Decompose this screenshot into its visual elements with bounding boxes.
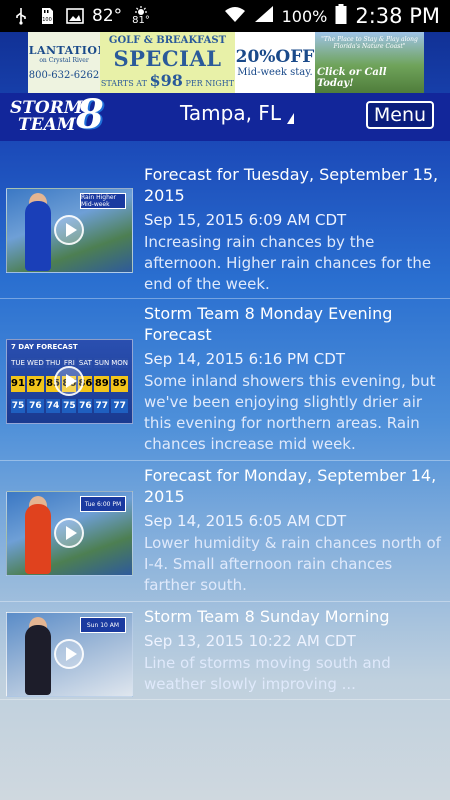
storm-team-8-logo: STORM TEAM 8 xyxy=(10,91,112,139)
forecast-day: MON xyxy=(111,358,128,368)
weather-sun-icon: 81° xyxy=(132,6,150,26)
list-item-text: Storm Team 8 Monday Evening Forecast Sep… xyxy=(144,299,450,461)
video-date: Sep 14, 2015 6:16 PM CDT xyxy=(144,350,345,368)
ad-off-sub: Mid-week stay. xyxy=(237,67,313,78)
ad-line3: STARTS AT $98 PER NIGHT xyxy=(101,71,234,90)
forecast-day: TUE xyxy=(11,358,25,368)
forecast-day: SAT xyxy=(78,358,93,368)
ad-special: GOLF & BREAKFAST SPECIAL STARTS AT $98 P… xyxy=(100,32,235,93)
ad-photo: "The Place to Stay & Play along Florida'… xyxy=(315,32,424,93)
list-item[interactable]: 7 DAY FORECAST TUE WED THU FRI SAT SUN MON 91 87… xyxy=(0,299,450,461)
forecast-low: 76 xyxy=(26,399,44,414)
image-icon xyxy=(66,7,84,25)
ad-banner[interactable]: PLANTATION on Crystal River 800-632-6262… xyxy=(28,32,424,93)
ad-cta: Click or Call Today! xyxy=(317,67,387,89)
ad-discount: 20%OFF Mid-week stay. xyxy=(235,32,315,93)
video-title: Forecast for Monday, September 14, 2015 xyxy=(144,466,437,506)
forecast-low: 74 xyxy=(45,399,61,414)
svg-text:100: 100 xyxy=(42,17,52,23)
forecast-high: 89 xyxy=(94,375,110,392)
video-title: Storm Team 8 Monday Evening Forecast xyxy=(144,304,393,344)
battery-icon xyxy=(335,3,347,29)
play-icon[interactable] xyxy=(54,639,84,669)
video-title: Storm Team 8 Sunday Morning xyxy=(144,607,390,626)
status-bar: 100 82° 81° 100% 2:38 PM xyxy=(0,0,450,32)
wifi-icon xyxy=(224,5,246,28)
list-item[interactable]: Tue 6:00 PM Forecast for Monday, Septemb… xyxy=(0,461,450,602)
clock: 2:38 PM xyxy=(355,4,440,28)
forecast-high: 91 xyxy=(11,375,25,392)
thumbnail-tag: Tue 6:00 PM xyxy=(80,496,126,512)
menu-button[interactable]: Menu xyxy=(366,101,434,129)
video-description: Some inland showers this evening, but we… xyxy=(144,372,436,453)
ad-phone: 800-632-6262 xyxy=(28,70,100,81)
video-description: Line of storms moving south and weather … xyxy=(144,654,391,693)
forecast-day: THU xyxy=(45,358,61,368)
forecast-low: 77 xyxy=(111,399,128,414)
video-thumbnail[interactable]: Tue 6:00 PM xyxy=(6,491,133,576)
video-description: Lower humidity & rain chances north of I… xyxy=(144,534,441,594)
forecast-day: WED xyxy=(26,358,44,368)
ad-line3-suffix: PER NIGHT xyxy=(185,79,235,88)
temperature-readout: 82° xyxy=(92,6,123,26)
presenter-figure xyxy=(25,201,51,271)
video-date: Sep 13, 2015 10:22 AM CDT xyxy=(144,632,356,650)
list-item-text: Forecast for Tuesday, September 15, 2015… xyxy=(144,160,450,301)
play-icon[interactable] xyxy=(54,366,84,396)
forecast-high: 87 xyxy=(26,375,44,392)
forecast-high: 89 xyxy=(111,375,128,392)
thumbnail-tag: Sun 10 AM xyxy=(80,617,126,633)
ad-line3-prefix: STARTS AT xyxy=(100,79,147,88)
forecast-low: 77 xyxy=(94,399,110,414)
ad-photo-caption: "The Place to Stay & Play along Florida'… xyxy=(321,36,418,50)
ad-line1: GOLF & BREAKFAST xyxy=(108,35,227,46)
list-item[interactable]: Rain Higher Mid-week Forecast for Tuesda… xyxy=(0,160,450,299)
forecast-low: 75 xyxy=(62,399,77,414)
forecast-low: 76 xyxy=(78,399,93,414)
logo-number: 8 xyxy=(76,91,104,138)
video-date: Sep 14, 2015 6:05 AM CDT xyxy=(144,512,347,530)
list-item[interactable]: Sun 10 AM Storm Team 8 Sunday Morning Se… xyxy=(0,602,450,700)
forecast-day: SUN xyxy=(94,358,110,368)
play-icon[interactable] xyxy=(54,215,84,245)
ad-line2: SPECIAL xyxy=(113,46,222,71)
logo-word-team: TEAM xyxy=(18,115,76,135)
video-list: Rain Higher Mid-week Forecast for Tuesda… xyxy=(0,160,450,700)
sd-card-icon: 100 xyxy=(40,7,56,25)
list-item-text: Storm Team 8 Sunday Morning Sep 13, 2015… xyxy=(144,602,450,701)
usb-icon xyxy=(14,7,30,25)
signal-icon xyxy=(254,5,274,28)
dropdown-corner-icon xyxy=(286,112,294,124)
battery-percent: 100% xyxy=(281,6,328,26)
video-thumbnail[interactable]: 7 DAY FORECAST TUE WED THU FRI SAT SUN MON 91 87… xyxy=(6,339,133,424)
play-icon[interactable] xyxy=(54,518,84,548)
location-label: Tampa, FL xyxy=(180,101,281,125)
weather-small-temp: 81° xyxy=(132,15,150,26)
video-date: Sep 15, 2015 6:09 AM CDT xyxy=(144,211,347,229)
ad-price: $98 xyxy=(149,71,183,90)
thumbnail-tag: Rain Higher Mid-week xyxy=(80,193,126,209)
video-description: Increasing rain chances by the afternoon… xyxy=(144,233,432,293)
presenter-figure xyxy=(25,625,51,695)
video-thumbnail[interactable]: Sun 10 AM xyxy=(6,612,133,697)
forecast-low: 75 xyxy=(11,399,25,414)
thumbnail-tag: 7 DAY FORECAST xyxy=(11,343,78,351)
ad-logo: PLANTATION on Crystal River 800-632-6262 xyxy=(28,32,108,93)
video-title: Forecast for Tuesday, September 15, 2015 xyxy=(144,165,439,205)
ad-off: 20%OFF xyxy=(235,47,315,67)
ad-brand-sub: on Crystal River xyxy=(39,57,89,64)
presenter-figure xyxy=(25,504,51,574)
app-header: STORM TEAM 8 Tampa, FL Menu xyxy=(0,93,450,141)
ad-brand: PLANTATION xyxy=(28,44,109,57)
video-thumbnail[interactable]: Rain Higher Mid-week xyxy=(6,188,133,273)
location-selector[interactable]: Tampa, FL xyxy=(180,101,294,125)
list-item-text: Forecast for Monday, September 14, 2015 … xyxy=(144,461,450,602)
